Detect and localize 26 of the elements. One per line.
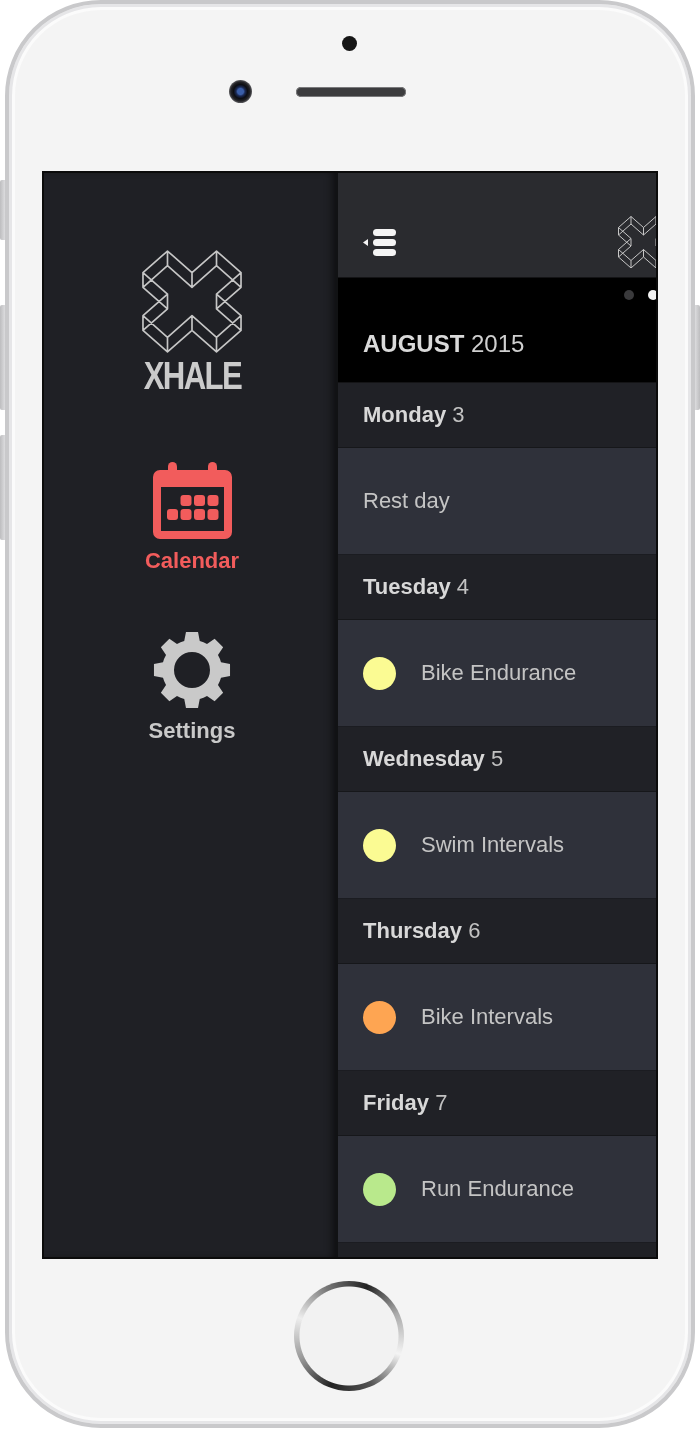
brand-name: XHALE bbox=[143, 356, 241, 396]
logo-icon bbox=[618, 215, 656, 269]
day-title: Tuesday 4 bbox=[363, 574, 469, 600]
event-name: Run Endurance bbox=[421, 1176, 574, 1202]
day-title: Wednesday 5 bbox=[363, 746, 504, 772]
gear-icon[interactable] bbox=[153, 631, 231, 709]
event-row[interactable]: Swim Intervals bbox=[338, 792, 656, 899]
event-name: Swim Intervals bbox=[421, 832, 565, 858]
event-row[interactable]: Bike Endurance bbox=[338, 620, 656, 727]
logo-icon bbox=[142, 250, 242, 353]
day-title: Thursday 6 bbox=[363, 918, 481, 944]
menu-button[interactable] bbox=[363, 228, 396, 256]
calendar-icon[interactable] bbox=[152, 462, 232, 539]
sensor-dot-icon bbox=[342, 36, 357, 51]
sidebar-item[interactable]: Settings bbox=[148, 631, 236, 744]
day-title: Friday 7 bbox=[363, 1090, 448, 1116]
event-name: Bike Intervals bbox=[421, 1004, 554, 1030]
event-row[interactable]: Rest day bbox=[338, 448, 656, 555]
event-row[interactable]: Bike Intervals bbox=[338, 964, 656, 1071]
event-row[interactable]: Run Endurance bbox=[338, 1136, 656, 1243]
camera-lens-icon bbox=[229, 80, 252, 103]
month-title: AUGUST 2015 bbox=[363, 329, 525, 359]
event-name: Bike Endurance bbox=[421, 660, 577, 686]
day-title: Monday 3 bbox=[363, 402, 465, 428]
sidebar-item[interactable]: Calendar bbox=[144, 462, 240, 574]
event-name: Rest day bbox=[363, 488, 450, 514]
